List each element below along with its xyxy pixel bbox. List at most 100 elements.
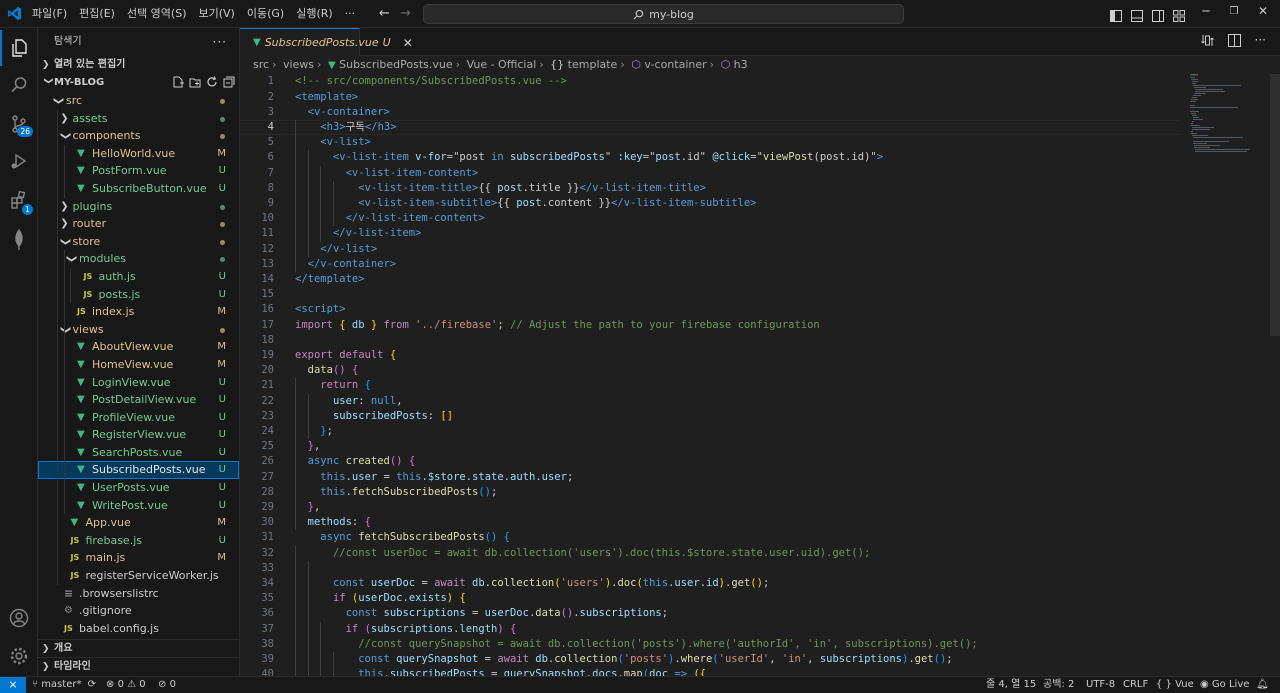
breadcrumb-h3[interactable]: h3 xyxy=(734,58,748,71)
minimize-icon[interactable]: ─ xyxy=(1196,4,1216,18)
open-editors-section[interactable]: ❯ 열려 있는 편집기 xyxy=(38,56,239,74)
tree-folder[interactable]: ❯ modules xyxy=(38,250,239,268)
menu-item[interactable]: ··· xyxy=(339,0,362,28)
editor-scrollbar[interactable] xyxy=(1268,74,1280,676)
split-editor-icon[interactable] xyxy=(1227,34,1241,47)
problems-item[interactable]: ⊗ 0 ⚠ 0 xyxy=(106,677,146,693)
branch-item[interactable]: ⑂ master* ⟳ xyxy=(32,677,96,693)
breadcrumb-template[interactable]: template xyxy=(568,58,618,71)
manage-gear-icon[interactable] xyxy=(0,638,38,674)
tree-file[interactable]: ▼ RegisterView.vue U xyxy=(38,426,239,444)
tree-file[interactable]: ▼ HelloWorld.vue M xyxy=(38,145,239,163)
vue-file-icon: ▼ xyxy=(77,411,85,423)
tree-folder[interactable]: ❯ plugins xyxy=(38,198,239,216)
menu-item[interactable]: 이동(G) xyxy=(241,0,290,28)
tree-folder[interactable]: ❯ src xyxy=(38,92,239,110)
new-folder-icon[interactable] xyxy=(189,76,201,88)
source-control-badge: 26 xyxy=(17,126,33,137)
tree-file[interactable]: ▼ LoginView.vue U xyxy=(38,374,239,392)
tree-file[interactable]: ▼ PostForm.vue U xyxy=(38,162,239,180)
tree-file[interactable]: JS firebase.js U xyxy=(38,532,239,550)
explorer-icon[interactable] xyxy=(0,30,38,66)
mongodb-leaf-icon[interactable] xyxy=(0,221,38,257)
tree-file[interactable]: ▼ HomeView.vue M xyxy=(38,356,239,374)
tree-file[interactable]: ≡ .browserslistrc xyxy=(38,585,239,603)
tree-file[interactable]: JS auth.js U xyxy=(38,268,239,286)
tree-file[interactable]: ▼ WritePost.vue U xyxy=(38,497,239,515)
more-actions-icon[interactable]: ··· xyxy=(213,28,227,56)
close-window-icon[interactable]: ✕ xyxy=(1253,4,1273,18)
go-live-label: Go Live xyxy=(1211,679,1250,690)
outline-section[interactable]: ❯ 개요 xyxy=(38,640,239,658)
breadcrumb-src[interactable]: src xyxy=(253,58,269,71)
code-token: if xyxy=(345,622,359,635)
end-of-line[interactable]: CRLF xyxy=(1123,677,1148,693)
breadcrumb-v-container[interactable]: v-container xyxy=(644,58,706,71)
toggle-primary-sidebar-icon[interactable] xyxy=(1110,7,1122,26)
breadcrumb-views[interactable]: views xyxy=(283,58,314,71)
tree-file[interactable]: ▼ PostDetailView.vue U xyxy=(38,391,239,409)
breadcrumb-file[interactable]: SubscribedPosts.vue xyxy=(339,58,453,71)
back-arrow-icon[interactable]: ← xyxy=(379,6,390,21)
code-editor[interactable]: 1 <!-- src/components/SubscribedPosts.vue… xyxy=(240,74,1280,676)
go-live-button[interactable]: ◉ Go Live xyxy=(1200,677,1249,693)
menu-item[interactable]: 편집(E) xyxy=(73,0,121,28)
extensions-icon[interactable]: 1 xyxy=(0,182,38,218)
notifications-bell-icon[interactable]: 🔔︎ xyxy=(1256,677,1269,693)
tree-file[interactable]: ▼ SearchPosts.vue U xyxy=(38,444,239,462)
accounts-icon[interactable] xyxy=(0,600,38,636)
forward-arrow-icon[interactable]: → xyxy=(400,6,411,21)
tree-file[interactable]: JS index.js M xyxy=(38,303,239,321)
tree-file[interactable]: ▼ SubscribedPosts.vue U xyxy=(38,461,239,480)
compare-changes-icon[interactable] xyxy=(1200,34,1214,47)
scrollbar-thumb[interactable] xyxy=(1270,74,1280,336)
customize-layout-icon[interactable] xyxy=(1173,7,1185,26)
minimap[interactable] xyxy=(1190,74,1268,154)
vscode-logo-icon[interactable] xyxy=(7,6,22,25)
run-debug-icon[interactable] xyxy=(0,143,38,179)
git-status-dot xyxy=(220,257,225,263)
tree-file[interactable]: JS main.js M xyxy=(38,549,239,567)
toggle-secondary-sidebar-icon[interactable] xyxy=(1152,7,1164,26)
folder-section[interactable]: ❯MY-BLOG xyxy=(38,74,239,92)
close-tab-icon[interactable]: ✕ xyxy=(403,36,413,50)
tree-file[interactable]: ▼ UserPosts.vue U xyxy=(38,479,239,497)
tree-file[interactable]: JS posts.js U xyxy=(38,286,239,304)
restore-icon[interactable]: ❐ xyxy=(1224,6,1244,17)
tree-file[interactable]: ⚙ .gitignore xyxy=(38,602,239,620)
remote-icon[interactable]: ⨯ xyxy=(0,677,26,693)
tree-file[interactable]: ▼ App.vue M xyxy=(38,514,239,532)
tree-file[interactable]: JS babel.config.js xyxy=(38,620,239,638)
encoding[interactable]: UTF-8 xyxy=(1086,677,1115,693)
ports-item[interactable]: ⊘ 0 xyxy=(158,677,176,693)
tree-file[interactable]: JS registerServiceWorker.js xyxy=(38,567,239,585)
source-control-icon[interactable]: 26 xyxy=(0,106,38,142)
tab-subscribedposts[interactable]: ▼ SubscribedPosts.vue U ✕ xyxy=(240,28,413,56)
menu-item[interactable]: 선택 영역(S) xyxy=(121,0,193,28)
menu-item[interactable]: 보기(V) xyxy=(192,0,240,28)
new-file-icon[interactable] xyxy=(172,76,184,88)
tree-folder[interactable]: ❯ router xyxy=(38,215,239,233)
tree-file[interactable]: ▼ AboutView.vue M xyxy=(38,338,239,356)
breadcrumb-language[interactable]: Vue - Official xyxy=(467,58,537,71)
menu-item[interactable]: 파일(F) xyxy=(26,0,73,28)
code-token: , xyxy=(769,653,782,665)
search-icon[interactable] xyxy=(0,67,38,103)
tree-folder[interactable]: ❯ components xyxy=(38,127,239,145)
tree-folder[interactable]: ❯ store xyxy=(38,233,239,251)
menu-item[interactable]: 실행(R) xyxy=(290,0,338,28)
code-token: doc xyxy=(649,668,669,676)
tree-file[interactable]: ▼ ProfileView.vue U xyxy=(38,409,239,427)
cursor-position[interactable]: 줄 4, 열 15 xyxy=(986,677,1036,693)
tree-file[interactable]: ▼ SubscribeButton.vue U xyxy=(38,180,239,198)
tree-folder[interactable]: ❯ views xyxy=(38,321,239,339)
more-actions-icon[interactable]: ··· xyxy=(1255,34,1266,47)
collapse-all-icon[interactable] xyxy=(223,76,235,88)
indentation[interactable]: 공백: 2 xyxy=(1043,677,1074,693)
tree-folder[interactable]: ❯ assets xyxy=(38,110,239,128)
refresh-icon[interactable] xyxy=(206,76,218,88)
command-center[interactable]: my-blog xyxy=(423,4,904,24)
toggle-panel-icon[interactable] xyxy=(1131,7,1143,26)
language-mode[interactable]: { } Vue xyxy=(1156,677,1194,693)
timeline-section[interactable]: ❯ 타임라인 xyxy=(38,658,239,676)
